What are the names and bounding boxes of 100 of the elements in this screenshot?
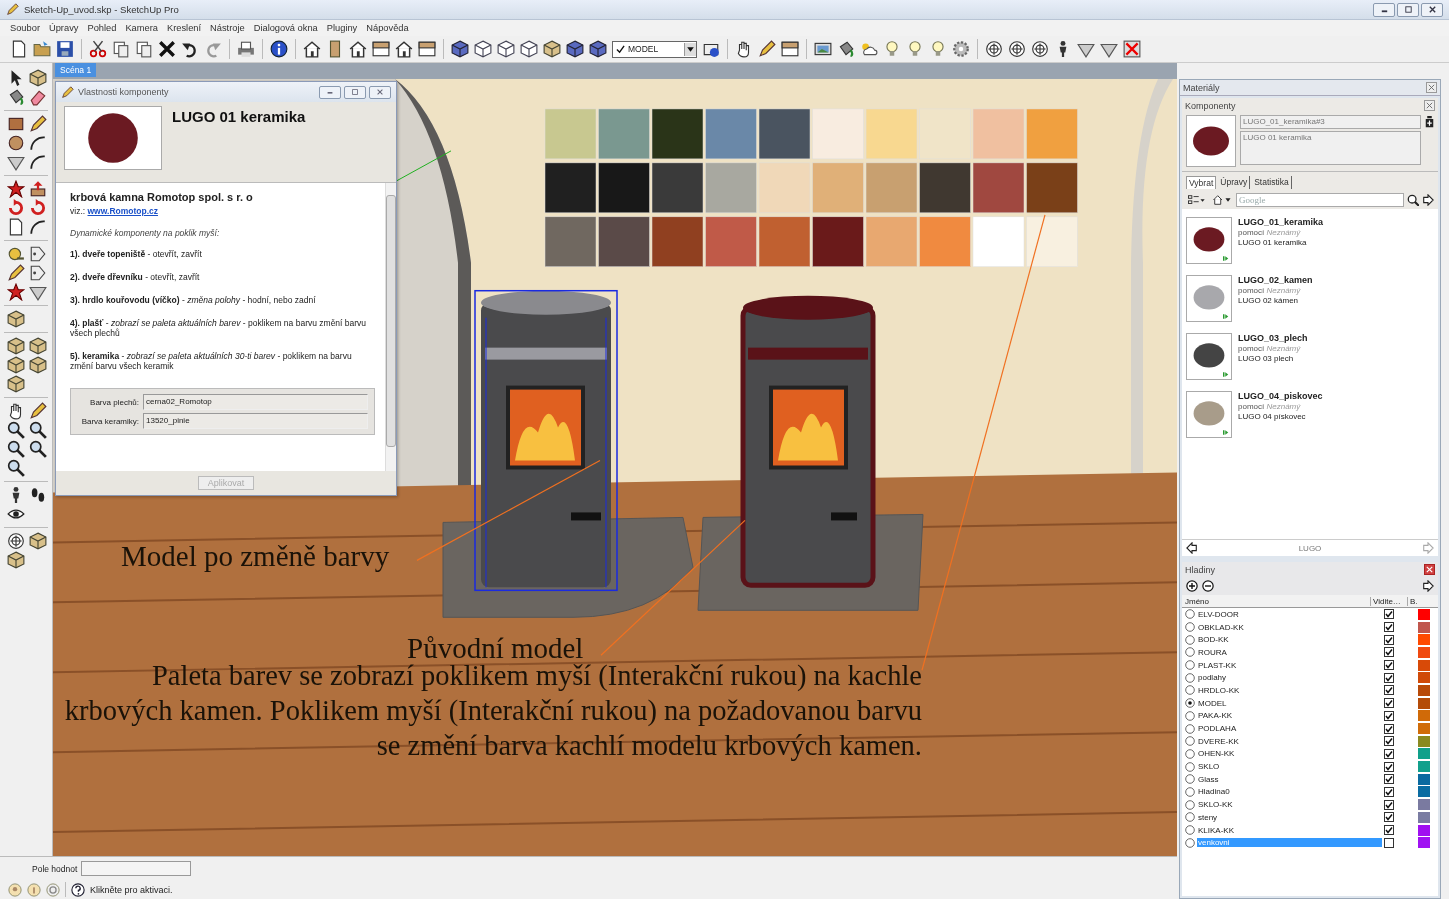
layer-name[interactable]: PLAST-KK — [1197, 660, 1382, 670]
remove-layer-icon[interactable] — [1202, 580, 1214, 592]
page-icon[interactable] — [7, 218, 25, 236]
component-name[interactable]: LUGO_02_kamen — [1238, 275, 1313, 286]
box-icon[interactable] — [29, 69, 47, 87]
checkbox[interactable] — [1384, 672, 1394, 683]
layer-row[interactable]: Glass — [1182, 772, 1438, 786]
help-icon[interactable] — [71, 882, 85, 897]
layer-name[interactable]: Hladina0 — [1197, 787, 1382, 797]
folder-icon[interactable] — [33, 40, 51, 58]
radio-button[interactable] — [1185, 761, 1195, 772]
input-field[interactable]: 13520_pinie — [143, 413, 368, 429]
rotate-icon[interactable] — [7, 199, 25, 217]
layer-row[interactable]: PODLAHA — [1182, 722, 1438, 735]
box-icon[interactable] — [7, 356, 25, 374]
star-icon[interactable] — [7, 180, 25, 198]
magnifier-icon[interactable] — [7, 440, 25, 458]
layer-name[interactable]: KLIKA-KK — [1197, 825, 1382, 835]
layer-row[interactable]: OHEN-KK — [1182, 747, 1438, 761]
checkbox[interactable] — [1384, 710, 1394, 721]
rotate-icon[interactable] — [29, 199, 47, 217]
cube-icon[interactable] — [566, 40, 584, 58]
copy-icon[interactable] — [112, 40, 130, 58]
input-field[interactable]: cerna02_Romotop — [143, 394, 368, 410]
arc-icon[interactable] — [29, 134, 47, 152]
tag-icon[interactable] — [29, 245, 47, 263]
info-icon[interactable] — [270, 40, 288, 58]
house-icon[interactable] — [303, 40, 321, 58]
picture-icon[interactable] — [814, 40, 832, 58]
box-icon[interactable] — [7, 337, 25, 355]
checkbox[interactable] — [1384, 723, 1394, 734]
close-button[interactable] — [1424, 564, 1435, 575]
checkbox[interactable] — [1384, 812, 1394, 823]
component-thumbnail[interactable] — [1186, 275, 1232, 322]
cube-icon[interactable] — [589, 40, 607, 58]
circle-icon[interactable] — [7, 134, 25, 152]
layer-row[interactable]: HRDLO-KK — [1182, 684, 1438, 697]
menu-item[interactable]: Dialogová okna — [253, 23, 318, 33]
pencil-icon[interactable] — [29, 402, 47, 420]
house-icon[interactable] — [395, 40, 413, 58]
add-component-icon[interactable] — [1425, 115, 1434, 129]
arc-icon[interactable] — [29, 218, 47, 236]
layer-name[interactable]: steny — [1197, 812, 1382, 822]
menu-item[interactable]: Úpravy — [49, 23, 79, 33]
radio-button[interactable] — [1185, 647, 1195, 658]
search-icon[interactable] — [1407, 194, 1419, 206]
layer-name[interactable]: OBKLAD-KK — [1197, 622, 1382, 632]
description-field[interactable]: LUGO 01 keramika — [1240, 131, 1421, 165]
tab[interactable]: Statistika — [1252, 176, 1292, 189]
layer-name[interactable]: SKLO — [1197, 762, 1382, 772]
box-icon[interactable] — [29, 532, 47, 550]
close-button[interactable] — [1421, 2, 1443, 17]
menu-item[interactable]: Kamera — [125, 23, 158, 33]
layer-dropdown[interactable]: MODEL — [612, 40, 697, 58]
menu-item[interactable]: Pluginy — [326, 23, 358, 33]
target-icon[interactable] — [7, 532, 25, 550]
box-icon[interactable] — [543, 40, 561, 58]
menu-item[interactable]: Kreslení — [166, 23, 202, 33]
checkbox[interactable] — [1384, 685, 1394, 696]
checkbox[interactable] — [1384, 660, 1394, 671]
component-thumbnail[interactable] — [1186, 217, 1232, 264]
layer-row[interactable]: ELV-DOOR — [1182, 608, 1438, 621]
component-name[interactable]: LUGO_04_piskovec — [1238, 391, 1323, 402]
radio-button[interactable] — [1185, 634, 1195, 645]
color-swatch[interactable] — [1418, 634, 1430, 646]
component-name[interactable]: LUGO_03_plech — [1238, 333, 1308, 344]
layer-row[interactable]: PAKA-KK — [1182, 709, 1438, 723]
color-swatch[interactable] — [1418, 646, 1430, 658]
component-thumbnail[interactable] — [1186, 391, 1232, 438]
bulb-icon[interactable] — [929, 40, 947, 58]
menu-item[interactable]: Nápověda — [366, 23, 409, 33]
printer-icon[interactable] — [237, 40, 255, 58]
window-icon[interactable] — [781, 40, 799, 58]
geolocation-icon[interactable] — [8, 882, 22, 897]
house-icon[interactable] — [349, 40, 367, 58]
radio-button[interactable] — [1185, 609, 1195, 620]
layer-row[interactable]: DVERE-KK — [1182, 734, 1438, 748]
color-swatch[interactable] — [1418, 761, 1430, 773]
tab[interactable]: Vybrat — [1186, 176, 1217, 189]
radio-button[interactable] — [1185, 786, 1195, 797]
layer-name[interactable]: DVERE-KK — [1197, 736, 1382, 746]
pencil-icon[interactable] — [29, 115, 47, 133]
rect-icon[interactable] — [7, 115, 25, 133]
home-icon[interactable] — [1211, 194, 1233, 206]
layer-name[interactable]: podlahy — [1197, 673, 1382, 683]
layer-name[interactable]: ELV-DOOR — [1197, 609, 1382, 619]
eraser-icon[interactable] — [29, 88, 47, 106]
color-swatch[interactable] — [1418, 710, 1430, 722]
bucket-icon[interactable] — [837, 40, 855, 58]
panel-header[interactable]: Materiály — [1180, 80, 1440, 96]
box-icon[interactable] — [7, 310, 25, 328]
layer-name[interactable]: SKLO-KK — [1197, 800, 1382, 810]
column-header[interactable]: Vidite… — [1370, 596, 1407, 606]
radio-button[interactable] — [1185, 736, 1195, 747]
color-swatch[interactable] — [1418, 748, 1430, 760]
layer-row[interactable]: Hladina0 — [1182, 785, 1438, 799]
color-swatch[interactable] — [1418, 621, 1430, 633]
column-header[interactable]: B. — [1407, 596, 1438, 606]
bucket-icon[interactable] — [7, 88, 25, 106]
pencil-icon[interactable] — [7, 264, 25, 282]
